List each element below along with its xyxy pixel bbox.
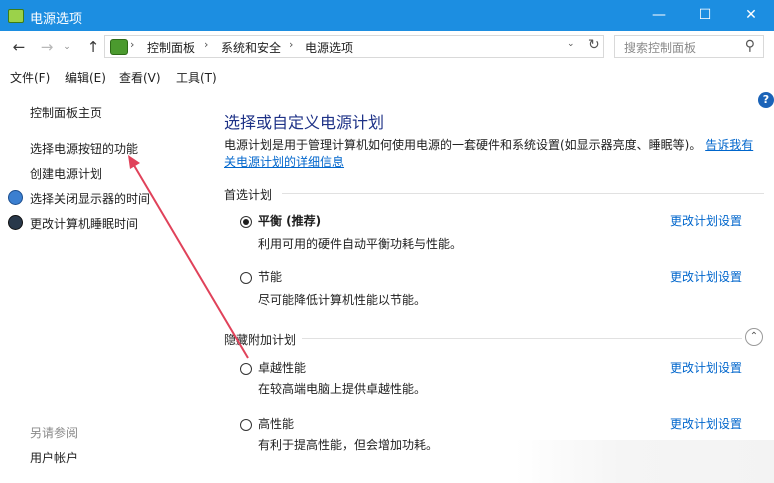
- back-arrow-icon[interactable]: ←: [10, 37, 28, 57]
- change-plan-settings-link[interactable]: 更改计划设置: [670, 268, 742, 285]
- page-description: 电源计划是用于管理计算机如何使用电源的一套硬件和系统设置(如显示器亮度、睡眠等)…: [224, 137, 764, 171]
- section-title: 隐藏附加计划: [224, 333, 297, 347]
- plan-name-ultimate[interactable]: 卓越性能: [258, 359, 306, 376]
- minimize-button[interactable]: —: [636, 0, 682, 31]
- search-placeholder: 搜索控制面板: [624, 41, 697, 55]
- control-panel-icon: [110, 39, 128, 55]
- breadcrumb-separator-icon[interactable]: ›: [289, 38, 293, 51]
- annotation-arrow-head: [128, 155, 140, 169]
- menu-edit[interactable]: 编辑(E): [65, 69, 106, 86]
- section-title: 首选计划: [224, 188, 273, 202]
- sidebar-item-display-off[interactable]: 选择关闭显示器的时间: [30, 190, 150, 207]
- breadcrumb-separator-icon[interactable]: ›: [204, 38, 208, 51]
- title-bar: 电源选项 — ☐ ✕: [0, 0, 774, 31]
- refresh-icon[interactable]: ↻: [588, 37, 600, 53]
- plan-name-balanced[interactable]: 平衡 (推荐): [258, 212, 321, 229]
- hidden-plans-section[interactable]: 隐藏附加计划: [224, 331, 297, 347]
- see-also-heading: 另请参阅: [30, 426, 79, 440]
- maximize-button[interactable]: ☐: [682, 0, 728, 31]
- menu-tools[interactable]: 工具(T): [176, 69, 217, 86]
- page-title: 选择或自定义电源计划: [224, 113, 385, 132]
- plan-radio-high-performance[interactable]: [240, 419, 252, 431]
- collapse-chevron-icon[interactable]: ⌃: [745, 328, 763, 346]
- breadcrumb-separator-icon[interactable]: ›: [130, 38, 134, 51]
- search-icon[interactable]: ⚲: [745, 38, 755, 54]
- display-timer-icon: [8, 190, 23, 205]
- divider: [302, 338, 742, 339]
- preferred-plans-section: 首选计划: [224, 186, 273, 202]
- up-arrow-icon[interactable]: ↑: [84, 37, 102, 57]
- change-plan-settings-link[interactable]: 更改计划设置: [670, 415, 742, 432]
- plan-desc-high-performance: 有利于提高性能，但会增加功耗。: [258, 438, 439, 452]
- plan-name-high-performance[interactable]: 高性能: [258, 415, 294, 432]
- sidebar-item-sleep[interactable]: 更改计算机睡眠时间: [30, 215, 138, 232]
- breadcrumb-system-security[interactable]: 系统和安全: [221, 39, 281, 56]
- breadcrumb-power-options[interactable]: 电源选项: [305, 39, 353, 56]
- sleep-moon-icon: [8, 215, 23, 230]
- navigation-bar: ← → ⌄ ↑ › 控制面板 › 系统和安全 › 电源选项 ⌄ ↻ 搜索控制面板…: [0, 31, 774, 64]
- plan-radio-ultimate[interactable]: [240, 363, 252, 375]
- menu-bar: 文件(F) 编辑(E) 查看(V) 工具(T): [0, 66, 774, 88]
- change-plan-settings-link[interactable]: 更改计划设置: [670, 359, 742, 376]
- plan-desc-ultimate: 在较高端电脑上提供卓越性能。: [258, 382, 427, 396]
- power-options-icon: [8, 9, 24, 23]
- plan-desc-balanced: 利用可用的硬件自动平衡功耗与性能。: [258, 237, 463, 251]
- sidebar-item-user-accounts[interactable]: 用户帐户: [30, 449, 78, 466]
- change-plan-settings-link[interactable]: 更改计划设置: [670, 212, 742, 229]
- address-bar[interactable]: › 控制面板 › 系统和安全 › 电源选项 ⌄ ↻: [104, 35, 604, 58]
- sidebar-item-home[interactable]: 控制面板主页: [30, 104, 102, 121]
- description-text: 电源计划是用于管理计算机如何使用电源的一套硬件和系统设置(如显示器亮度、睡眠等)…: [224, 138, 702, 152]
- sidebar-item-power-button[interactable]: 选择电源按钮的功能: [30, 140, 138, 157]
- plan-radio-balanced[interactable]: [240, 216, 252, 228]
- help-icon[interactable]: ?: [758, 92, 774, 108]
- window-title: 电源选项: [30, 12, 83, 27]
- plan-name-power-saver[interactable]: 节能: [258, 268, 282, 285]
- plan-desc-power-saver: 尽可能降低计算机性能以节能。: [258, 293, 427, 307]
- blurred-corner: [515, 440, 774, 483]
- plan-radio-power-saver[interactable]: [240, 272, 252, 284]
- recent-locations-icon[interactable]: ⌄: [60, 37, 74, 57]
- forward-arrow-icon[interactable]: →: [38, 37, 56, 57]
- divider: [282, 193, 764, 194]
- address-dropdown-icon[interactable]: ⌄: [567, 39, 575, 49]
- close-button[interactable]: ✕: [728, 0, 774, 31]
- breadcrumb-control-panel[interactable]: 控制面板: [147, 39, 195, 56]
- sidebar-item-create-plan[interactable]: 创建电源计划: [30, 165, 102, 182]
- menu-file[interactable]: 文件(F): [10, 69, 50, 86]
- search-input[interactable]: 搜索控制面板 ⚲: [614, 35, 764, 58]
- menu-view[interactable]: 查看(V): [119, 69, 161, 86]
